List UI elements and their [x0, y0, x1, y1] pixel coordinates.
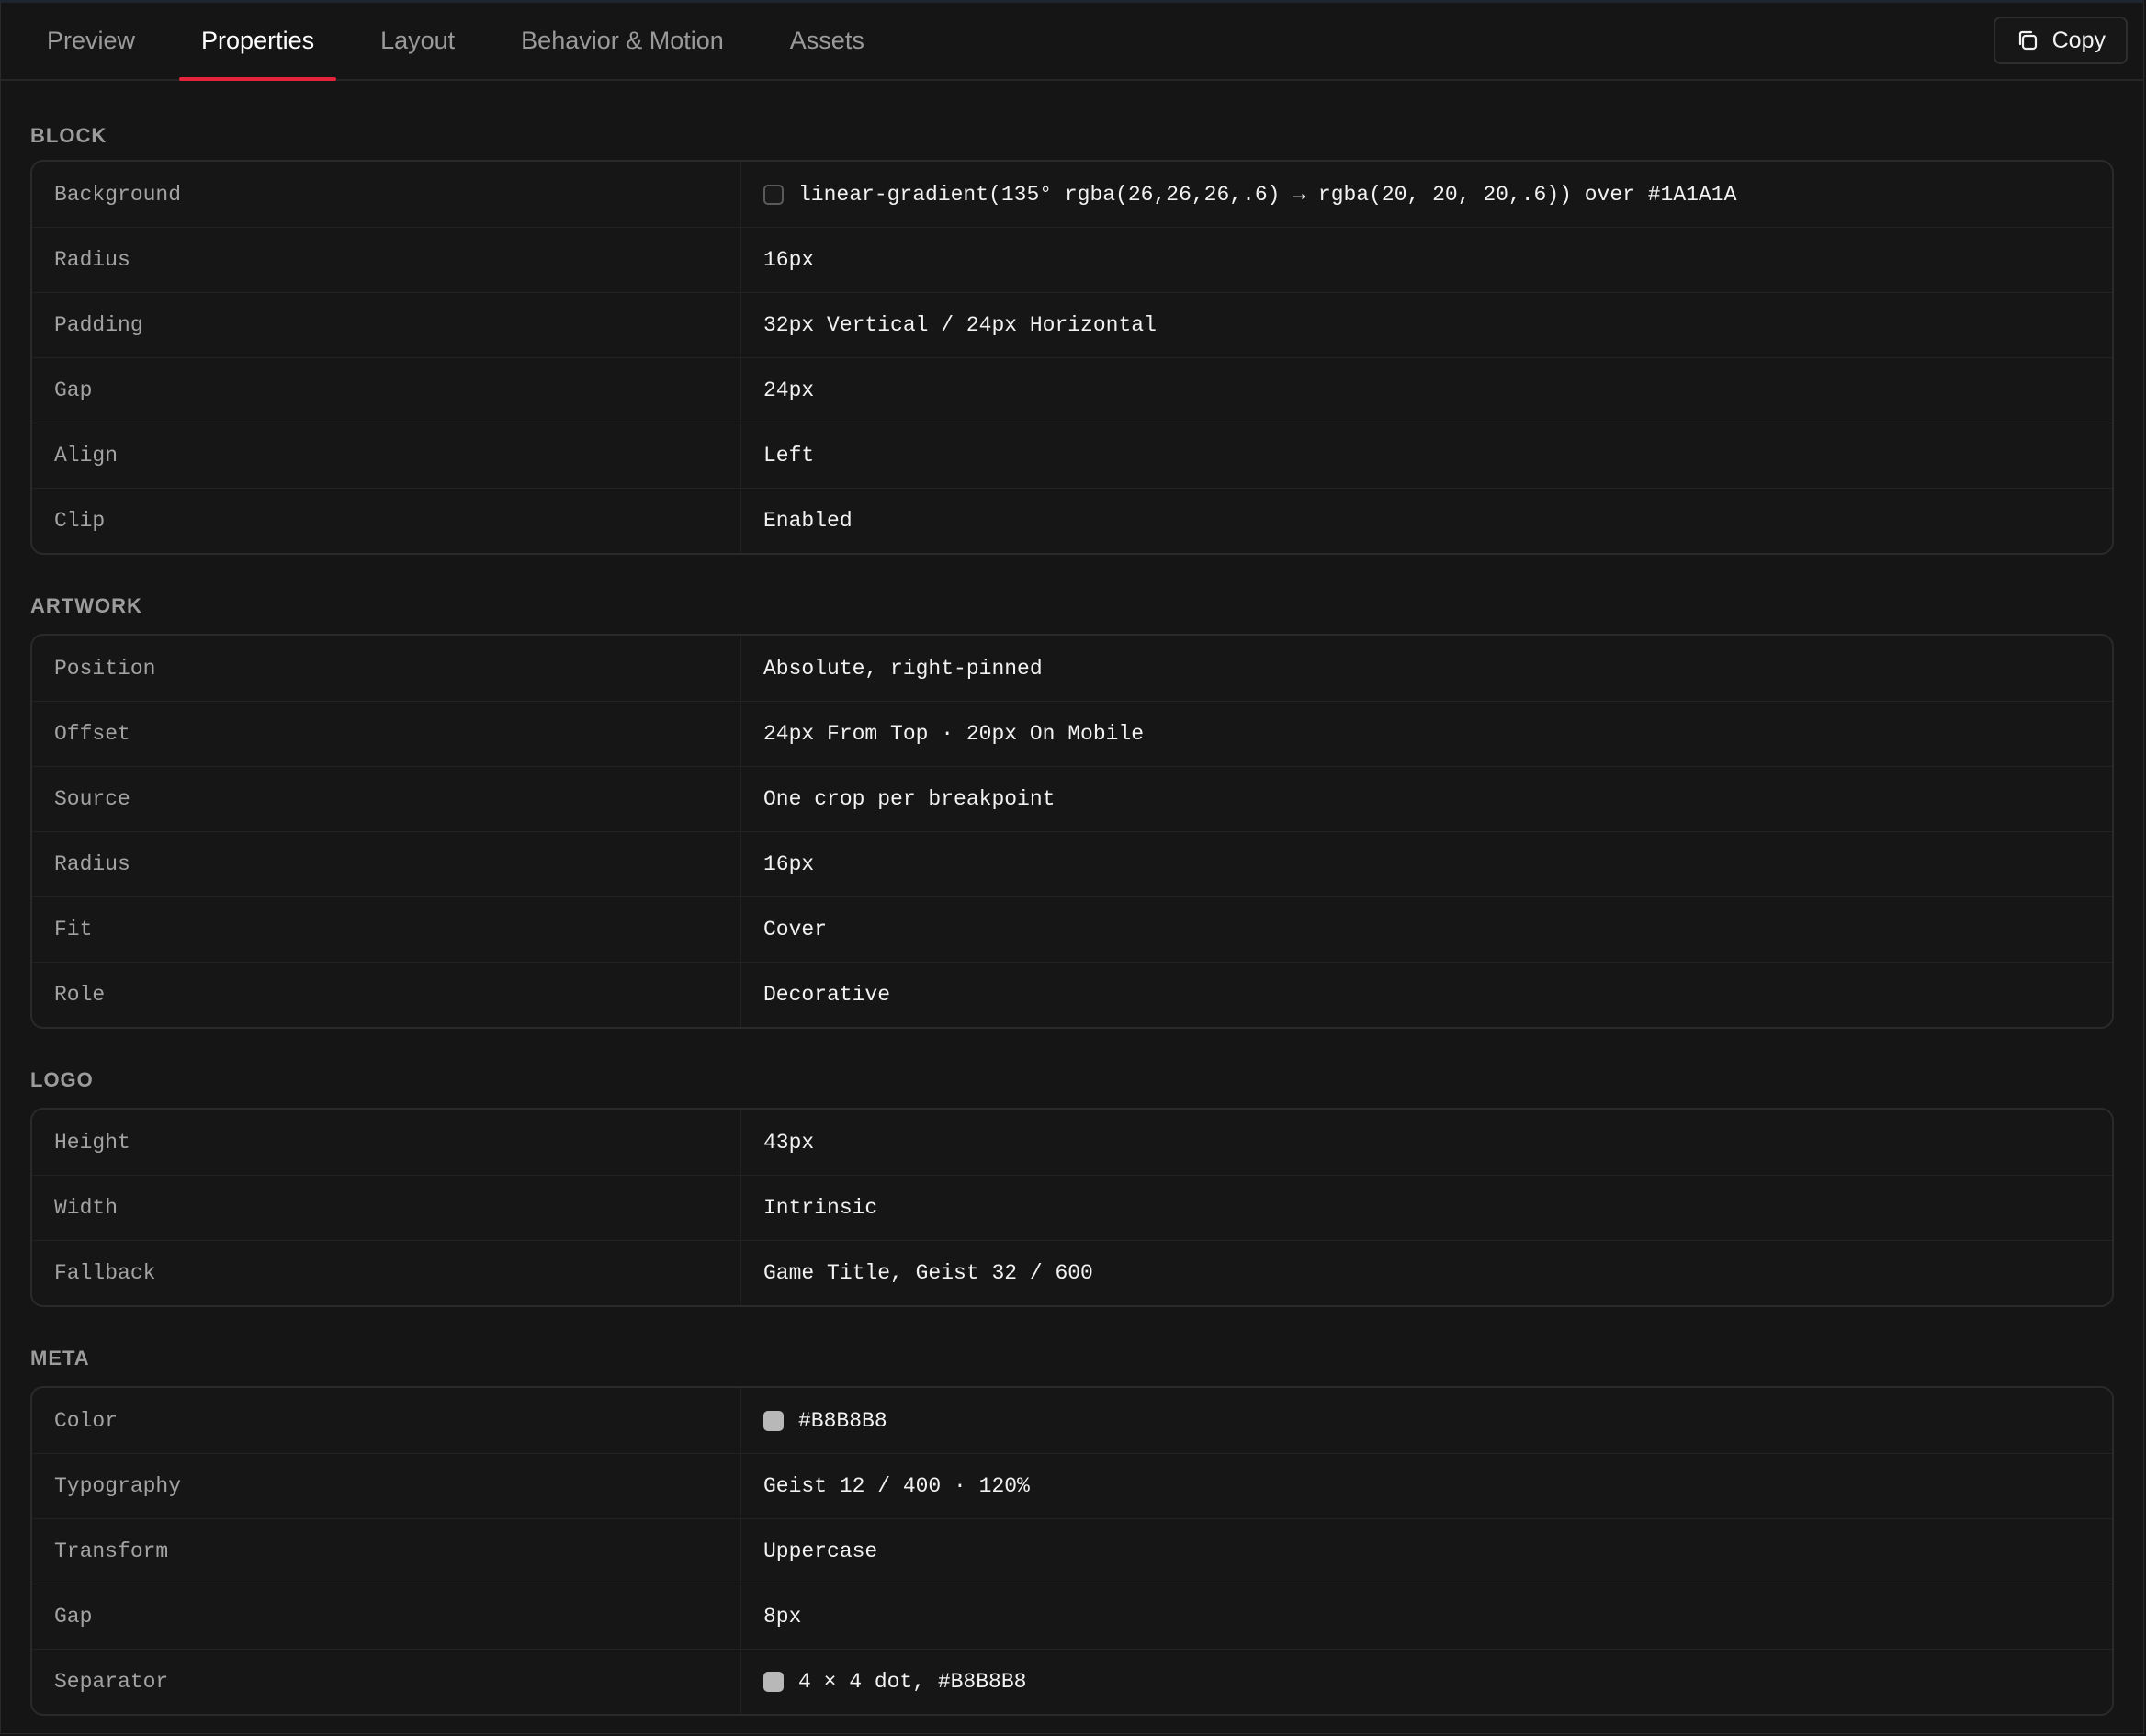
property-value: Absolute, right-pinned — [763, 656, 1043, 681]
property-label: Width — [32, 1176, 741, 1240]
section-title: LOGO — [30, 1068, 94, 1091]
tab-behavior-motion[interactable]: Behavior & Motion — [499, 3, 746, 79]
tab-bar: Preview Properties Layout Behavior & Mot… — [1, 3, 2143, 81]
properties-table: Height 43px Width Intrinsic Fallback Gam… — [30, 1108, 2114, 1307]
tab-label: Assets — [789, 27, 864, 54]
property-value-text: #B8B8B8 — [798, 1408, 887, 1433]
property-label: Offset — [32, 702, 741, 766]
property-value: One crop per breakpoint — [763, 787, 1056, 811]
table-row: Gap 8px — [32, 1584, 2112, 1649]
property-label: Height — [32, 1110, 741, 1175]
property-label: Color — [32, 1388, 741, 1453]
property-label: Typography — [32, 1454, 741, 1518]
tab-assets[interactable]: Assets — [768, 3, 887, 79]
section-title: ARTWORK — [30, 594, 142, 617]
properties-table: Color #B8B8B8 Typography Geist 12 / 400 … — [30, 1386, 2114, 1716]
table-row: Transform Uppercase — [32, 1518, 2112, 1584]
property-value: 16px — [763, 852, 815, 876]
property-label: Align — [32, 423, 741, 488]
property-value: Left — [763, 444, 815, 468]
property-value: Geist 12 / 400 · 120% — [763, 1474, 1030, 1498]
property-value: 24px From Top · 20px On Mobile — [763, 722, 1145, 746]
table-row: Fallback Game Title, Geist 32 / 600 — [32, 1240, 2112, 1305]
section-title: BLOCK — [30, 124, 107, 147]
section-block: BLOCK Background linear-gradient(135° rg… — [30, 81, 2114, 555]
property-label: Fit — [32, 897, 741, 962]
property-label: Role — [32, 963, 741, 1027]
table-row: Offset 24px From Top · 20px On Mobile — [32, 701, 2112, 766]
table-row: Position Absolute, right-pinned — [32, 636, 2112, 701]
property-value: Cover — [763, 918, 828, 941]
property-value-text: linear-gradient(135° rgba(26,26,26,.6) →… — [798, 182, 1737, 207]
property-label: Padding — [32, 293, 741, 357]
table-row: Source One crop per breakpoint — [32, 766, 2112, 831]
tab-label: Behavior & Motion — [521, 27, 724, 54]
property-value: 24px — [763, 378, 815, 402]
table-row: Gap 24px — [32, 357, 2112, 423]
property-value-text: 4 × 4 dot, #B8B8B8 — [798, 1670, 1027, 1694]
property-label: Clip — [32, 489, 741, 553]
property-value: Game Title, Geist 32 / 600 — [763, 1261, 1093, 1285]
copy-icon — [2016, 28, 2039, 52]
section-logo: LOGO Height 43px Width Intrinsic Fallbac… — [30, 1029, 2114, 1307]
tab-preview[interactable]: Preview — [25, 3, 157, 79]
property-value: 32px Vertical / 24px Horizontal — [763, 313, 1157, 337]
property-value: Uppercase — [763, 1539, 878, 1563]
property-value: Decorative — [763, 983, 891, 1007]
color-swatch — [763, 1672, 784, 1692]
tab-label: Properties — [201, 27, 315, 54]
table-row: Fit Cover — [32, 896, 2112, 962]
property-label: Gap — [32, 1584, 741, 1649]
table-row: Padding 32px Vertical / 24px Horizontal — [32, 292, 2112, 357]
property-value: Enabled — [763, 509, 853, 533]
property-value: 16px — [763, 248, 815, 272]
property-label: Radius — [32, 832, 741, 896]
color-swatch — [763, 184, 784, 205]
table-row: Width Intrinsic — [32, 1175, 2112, 1240]
property-value: 43px — [763, 1130, 815, 1155]
table-row: Height 43px — [32, 1110, 2112, 1175]
property-label: Radius — [32, 228, 741, 292]
property-label: Gap — [32, 358, 741, 423]
property-label: Transform — [32, 1519, 741, 1584]
table-row: Background linear-gradient(135° rgba(26,… — [32, 162, 2112, 227]
properties-table: Position Absolute, right-pinned Offset 2… — [30, 634, 2114, 1029]
property-value: linear-gradient(135° rgba(26,26,26,.6) →… — [741, 162, 2112, 227]
property-value: #B8B8B8 — [741, 1388, 2112, 1453]
tab-label: Layout — [380, 27, 456, 54]
properties-content: BLOCK Background linear-gradient(135° rg… — [1, 81, 2143, 1716]
property-label: Position — [32, 636, 741, 701]
properties-table: Background linear-gradient(135° rgba(26,… — [30, 160, 2114, 555]
table-row: Color #B8B8B8 — [32, 1388, 2112, 1453]
property-label: Background — [32, 162, 741, 227]
copy-button-label: Copy — [2051, 27, 2106, 53]
property-value: 4 × 4 dot, #B8B8B8 — [741, 1650, 2112, 1714]
table-row: Radius 16px — [32, 227, 2112, 292]
property-value: Intrinsic — [763, 1196, 878, 1220]
section-title: META — [30, 1347, 90, 1370]
tab-layout[interactable]: Layout — [358, 3, 477, 79]
property-value: 8px — [763, 1605, 802, 1629]
tab-label: Preview — [47, 27, 136, 54]
section-artwork: ARTWORK Position Absolute, right-pinned … — [30, 555, 2114, 1029]
property-label: Fallback — [32, 1241, 741, 1305]
table-row: Typography Geist 12 / 400 · 120% — [32, 1453, 2112, 1518]
property-label: Source — [32, 767, 741, 831]
table-row: Clip Enabled — [32, 488, 2112, 553]
properties-panel: Preview Properties Layout Behavior & Mot… — [0, 0, 2144, 1734]
table-row: Role Decorative — [32, 962, 2112, 1027]
color-swatch — [763, 1410, 784, 1431]
section-meta: META Color #B8B8B8 Typography Geist 12 /… — [30, 1307, 2114, 1716]
copy-button[interactable]: Copy — [1993, 17, 2128, 64]
table-row: Radius 16px — [32, 831, 2112, 896]
property-label: Separator — [32, 1650, 741, 1714]
table-row: Align Left — [32, 423, 2112, 488]
tab-properties[interactable]: Properties — [179, 3, 337, 81]
table-row: Separator 4 × 4 dot, #B8B8B8 — [32, 1649, 2112, 1714]
